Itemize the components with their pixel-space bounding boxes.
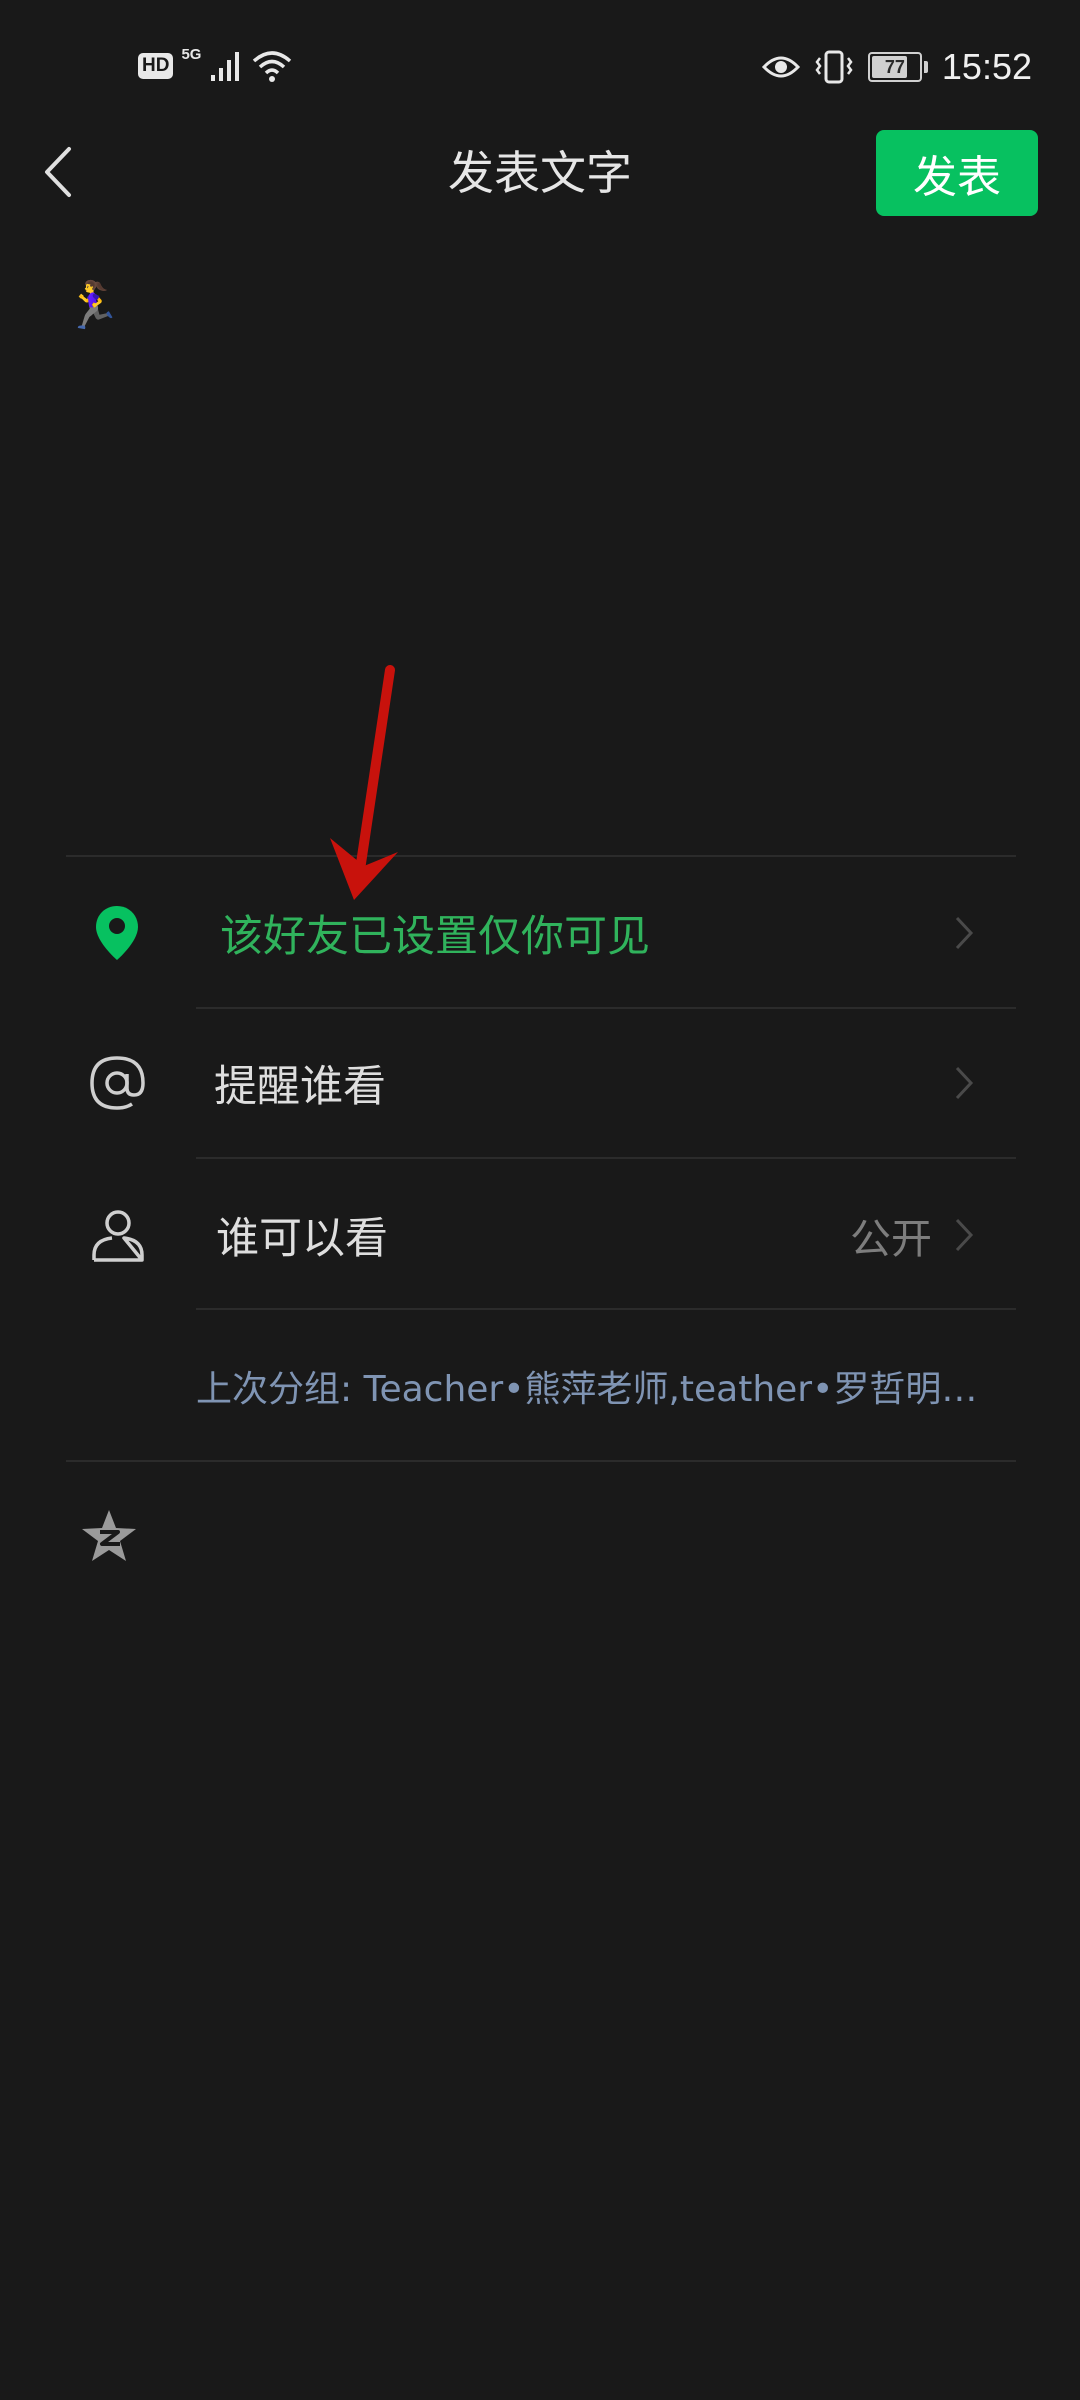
chevron-right-icon	[950, 913, 978, 953]
location-row[interactable]: 该好友已设置仅你可见	[66, 858, 1016, 1008]
wifi-icon	[253, 51, 292, 82]
eye-icon	[761, 56, 800, 78]
status-bar-left: HD 5G	[138, 44, 293, 88]
publish-button[interactable]: 发表	[876, 130, 1038, 216]
battery-indicator: 77	[867, 52, 928, 82]
remind-label: 提醒谁看	[214, 1062, 386, 1112]
network-type-label: 5G	[181, 46, 202, 63]
person-icon	[92, 1210, 144, 1262]
annotation-arrow-icon	[330, 665, 398, 900]
qzone-sync-button[interactable]	[80, 1508, 138, 1568]
visibility-label: 谁可以看	[216, 1214, 388, 1264]
section-divider-top	[66, 855, 1016, 857]
qzone-star-icon	[82, 1510, 136, 1561]
remind-row[interactable]: 提醒谁看	[66, 1008, 1016, 1158]
signal-icon	[211, 52, 240, 81]
hd-icon: HD	[138, 53, 174, 79]
battery-level: 77	[884, 56, 905, 77]
vibrate-icon	[815, 50, 853, 84]
location-label: 该好友已设置仅你可见	[220, 912, 650, 962]
battery-icon: 77	[867, 52, 922, 82]
row-divider	[196, 1308, 1016, 1310]
section-divider-bottom	[66, 1460, 1016, 1462]
visibility-row[interactable]: 谁可以看 公开	[66, 1160, 1016, 1310]
last-group-text[interactable]: 上次分组: Teacher•熊萍老师,teather•罗哲明老...	[196, 1360, 986, 1412]
chevron-right-icon	[950, 1215, 978, 1255]
status-bar-right: 77 15:52	[761, 42, 1032, 92]
row-divider	[196, 1157, 1016, 1159]
post-content-input[interactable]: 🏃‍♀️	[64, 278, 121, 333]
at-icon	[90, 1056, 145, 1110]
location-pin-icon	[96, 906, 138, 960]
visibility-value: 公开	[850, 1215, 932, 1263]
chevron-right-icon	[950, 1063, 978, 1103]
clock: 15:52	[941, 46, 1032, 87]
